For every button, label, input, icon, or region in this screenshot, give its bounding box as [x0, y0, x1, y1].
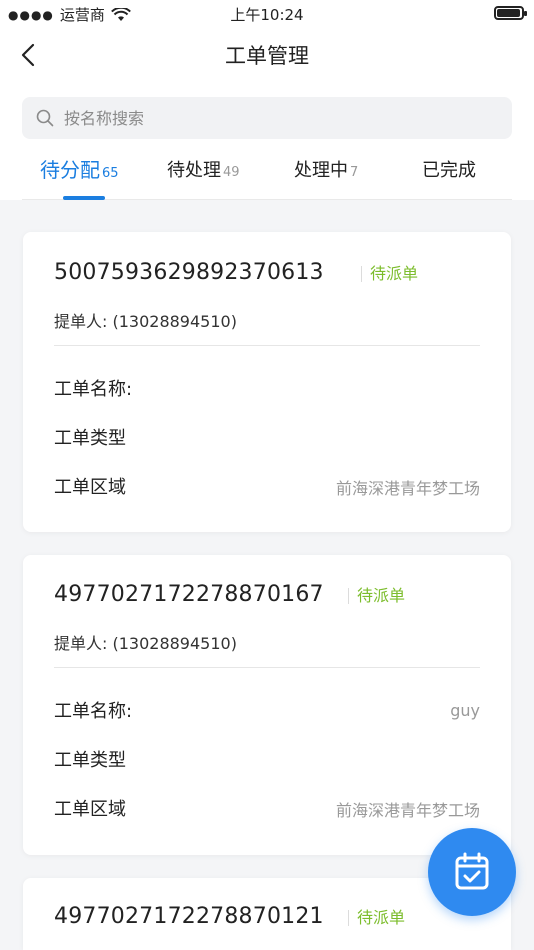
tab-label: 待分配 [40, 158, 100, 182]
create-order-fab[interactable] [428, 828, 516, 916]
active-tab-indicator [63, 196, 105, 200]
tab-label: 待处理 [167, 160, 221, 181]
order-area-value: 前海深港青年梦工场 [335, 479, 480, 498]
status-badge: 待派单 [348, 588, 405, 604]
clipboard-check-icon [455, 852, 489, 890]
order-name-label: 工单名称: [54, 379, 133, 400]
battery-icon [494, 6, 527, 20]
search-bar[interactable] [22, 97, 512, 139]
page-title: 工单管理 [225, 44, 309, 68]
order-card[interactable]: 4977027172278870167 待派单 提单人: (1302889451… [23, 555, 511, 855]
order-area-value: 前海深港青年梦工场 [335, 801, 480, 820]
search-icon [36, 109, 54, 127]
tab-bar: 待分配 65 待处理 49 处理中 7 已完成 [22, 148, 512, 200]
tab-label: 已完成 [422, 160, 476, 181]
header: 工单管理 待分配65 待处理49 处理中7 已完成 [0, 28, 534, 200]
divider [54, 667, 480, 668]
tab-count: 65 [102, 166, 119, 181]
status-time: 上午10:24 [230, 6, 304, 24]
status-bar: ●●●● 运营商 上午10:24 [0, 0, 534, 28]
status-badge: 待派单 [361, 266, 418, 282]
order-name-label: 工单名称: [54, 701, 133, 722]
tab-count: 7 [350, 165, 359, 180]
tab-to-assign[interactable]: 待分配 65 [40, 154, 119, 183]
order-number: 4977027172278870121 [54, 904, 324, 929]
order-area-label: 工单区域 [54, 799, 126, 820]
divider [54, 345, 480, 346]
nav-bar: 工单管理 [0, 28, 534, 82]
order-name-value: guy [450, 701, 480, 720]
order-area-label: 工单区域 [54, 477, 126, 498]
order-card[interactable]: 5007593629892370613 待派单 提单人: (1302889451… [23, 232, 511, 532]
battery-fill [497, 9, 521, 17]
search-input[interactable] [64, 108, 464, 128]
tab-completed[interactable]: 已完成 [422, 156, 476, 182]
tab-label: 处理中 [294, 160, 348, 181]
status-badge: 待派单 [348, 910, 405, 926]
tab-to-process[interactable]: 待处理 49 [167, 156, 240, 182]
tab-count: 49 [223, 165, 240, 180]
tab-in-progress[interactable]: 处理中 7 [294, 156, 358, 182]
submitter: 提单人: (13028894510) [54, 312, 237, 331]
submitter: 提单人: (13028894510) [54, 634, 237, 653]
order-type-label: 工单类型 [54, 750, 126, 771]
order-type-label: 工单类型 [54, 428, 126, 449]
order-number: 4977027172278870167 [54, 582, 324, 607]
order-number: 5007593629892370613 [54, 260, 324, 285]
